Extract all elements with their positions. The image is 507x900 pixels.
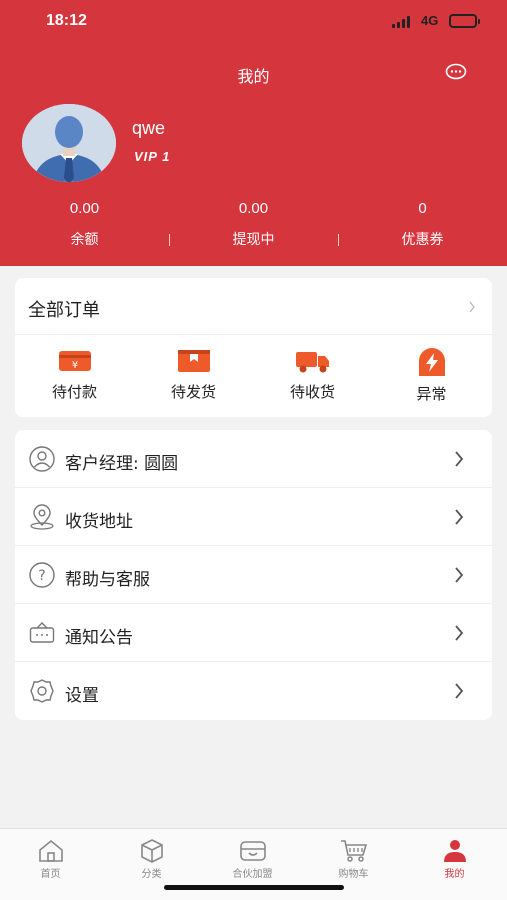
stat-value: 0.00 <box>238 200 269 217</box>
status-bar: 18:12 4G <box>0 0 507 46</box>
tab-cart[interactable]: 购物车 <box>303 839 404 880</box>
notice-icon <box>29 622 55 643</box>
signal-icon <box>392 16 410 28</box>
order-label: 待收货 <box>289 383 335 401</box>
location-icon <box>30 504 54 530</box>
order-label: 异常 <box>416 385 447 403</box>
page-title: 我的 <box>237 67 270 86</box>
menu-item-settings[interactable]: 设置 <box>15 662 492 720</box>
profile-icon <box>443 840 466 862</box>
order-label: 待发货 <box>170 383 216 401</box>
tab-category[interactable]: 分类 <box>101 839 202 880</box>
tab-profile[interactable]: 我的 <box>404 839 505 880</box>
chevron-right-icon <box>455 683 464 699</box>
menu-item-help[interactable]: ? 帮助与客服 <box>15 546 492 604</box>
battery-icon <box>449 14 480 28</box>
package-icon <box>177 350 210 372</box>
menu-label: 帮助与客服 <box>65 570 150 590</box>
order-pending-receipt[interactable]: 待收货 <box>253 348 372 402</box>
stat-balance[interactable]: 0.00 余额 <box>0 200 169 249</box>
menu-item-account-manager[interactable]: 客户经理: 圆圆 <box>15 430 492 488</box>
order-pending-shipment[interactable]: 待发货 <box>134 348 253 402</box>
stat-label: 余额 <box>70 232 99 248</box>
status-time: 18:12 <box>46 12 87 29</box>
tab-label: 购物车 <box>338 869 369 880</box>
home-indicator[interactable] <box>164 885 344 890</box>
payment-icon: ¥ <box>58 351 91 371</box>
menu-label: 设置 <box>65 686 99 706</box>
network-type: 4G <box>421 13 439 28</box>
chevron-right-icon <box>455 625 464 641</box>
tab-label: 合伙加盟 <box>232 869 273 880</box>
chevron-right-icon <box>455 451 464 467</box>
all-orders-row[interactable]: 全部订单 <box>15 278 492 335</box>
menu-label: 通知公告 <box>65 628 133 648</box>
help-icon: ? <box>29 562 55 588</box>
tab-label: 分类 <box>141 869 162 880</box>
orders-card: 全部订单 ¥ 待付款 待发货 待收货 异常 <box>15 278 492 417</box>
order-exception[interactable]: 异常 <box>372 348 491 404</box>
menu-item-notice[interactable]: 通知公告 <box>15 604 492 662</box>
vip-badge: VIP 1 <box>134 149 171 164</box>
menu-item-address[interactable]: 收货地址 <box>15 488 492 546</box>
chevron-right-icon <box>455 567 464 583</box>
username: qwe <box>132 118 166 138</box>
user-icon <box>29 446 55 472</box>
all-orders-title: 全部订单 <box>28 300 100 321</box>
tab-label: 首页 <box>40 869 61 880</box>
menu-label: 客户经理: 圆圆 <box>65 454 179 474</box>
svg-text:¥: ¥ <box>71 360 77 371</box>
menu-card: 客户经理: 圆圆 收货地址 ? 帮助与客服 通知公告 设置 <box>15 430 492 720</box>
stat-value: 0.00 <box>69 200 100 217</box>
lightning-icon <box>418 348 445 376</box>
stat-value: 0 <box>418 200 427 217</box>
chevron-right-icon <box>455 509 464 525</box>
tab-partner[interactable]: 合伙加盟 <box>202 839 303 880</box>
menu-label: 收货地址 <box>65 512 133 532</box>
stat-coupons[interactable]: 0 优惠券 <box>338 200 507 249</box>
chat-icon[interactable] <box>445 63 467 81</box>
truck-icon <box>295 352 329 373</box>
stat-label: 优惠券 <box>401 232 444 248</box>
tab-home[interactable]: 首页 <box>0 839 101 880</box>
partner-icon <box>239 841 266 861</box>
order-pending-payment[interactable]: ¥ 待付款 <box>15 348 134 402</box>
cart-icon <box>340 840 367 862</box>
avatar[interactable] <box>22 104 116 182</box>
svg-text:?: ? <box>38 568 45 584</box>
stat-label: 提现中 <box>232 232 275 248</box>
gear-icon <box>30 679 54 703</box>
tab-label: 我的 <box>444 869 465 880</box>
user-avatar-icon <box>22 104 116 182</box>
profile-header: 18:12 4G 我的 qwe VIP 1 0.00 余额 0.00 提现中 0… <box>0 0 507 266</box>
stat-withdrawing[interactable]: 0.00 提现中 <box>169 200 338 249</box>
chevron-right-icon <box>469 301 475 313</box>
order-label: 待付款 <box>51 383 97 401</box>
home-icon <box>38 839 63 862</box>
category-icon <box>140 839 163 863</box>
